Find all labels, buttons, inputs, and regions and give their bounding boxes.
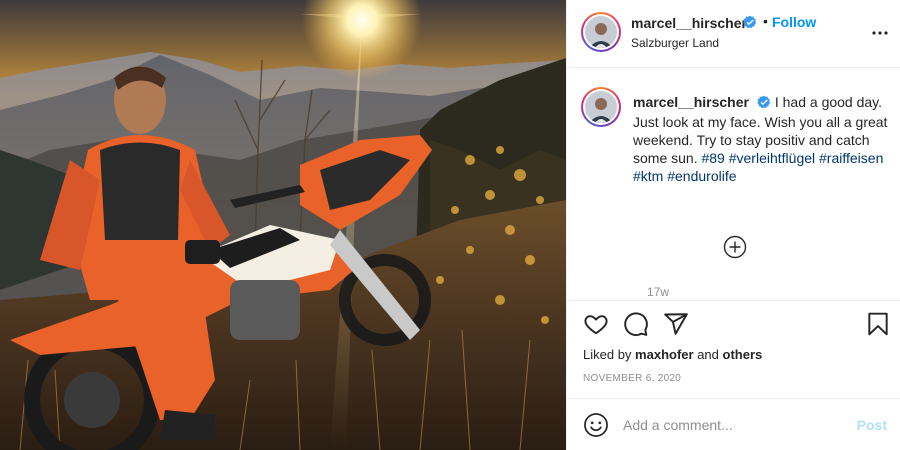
verified-badge-icon [757,95,771,113]
post-header: marcel__hirscher • Follow Salzburger Lan… [567,0,900,68]
liked-by-others-link[interactable]: others [723,347,763,362]
hashtag-link[interactable]: #raiffeisen [819,150,883,166]
comment-icon[interactable] [623,311,649,337]
comment-bar: Post [567,398,900,450]
more-horizontal-icon[interactable] [871,24,889,42]
liked-by-prefix: Liked by [583,347,632,362]
separator-dot: • [763,13,768,29]
caption-username[interactable]: marcel__hirscher [633,94,749,110]
post-date[interactable]: NOVEMBER 6, 2020 [583,373,681,384]
hashtag-link[interactable]: #endurolife [667,168,736,184]
location-link[interactable]: Salzburger Land [631,36,719,50]
post-photo[interactable] [0,0,566,450]
liked-by-user-link[interactable]: maxhofer [635,347,694,362]
avatar[interactable] [581,12,621,52]
plus-circle-icon[interactable] [723,235,747,259]
avatar-photo [585,91,617,123]
hashtag-link[interactable]: #89 [701,150,724,166]
caption-text: marcel__hirscher I had a good day. Just … [633,93,895,185]
post-actions: Liked by maxhofer and others NOVEMBER 6,… [567,300,900,410]
liked-by-and: and [697,347,719,362]
caption-timestamp[interactable]: 17w [647,285,669,299]
share-icon[interactable] [663,311,689,337]
caption-avatar[interactable] [581,87,621,127]
verified-badge-icon [743,15,757,34]
instagram-post: marcel__hirscher • Follow Salzburger Lan… [0,0,900,450]
photo-scene [0,0,566,450]
heart-icon[interactable] [583,311,609,337]
header-username[interactable]: marcel__hirscher [631,15,747,31]
hashtag-link[interactable]: #ktm [633,168,663,184]
follow-button[interactable]: Follow [772,14,816,30]
hashtag-link[interactable]: #verleihtflügel [729,150,815,166]
comment-input[interactable] [623,412,843,438]
liked-by-text: Liked by maxhofer and others [583,347,762,362]
post-comment-button[interactable]: Post [857,417,887,433]
emoji-icon[interactable] [583,412,609,438]
post-sidebar: marcel__hirscher • Follow Salzburger Lan… [566,0,900,450]
avatar-photo [585,16,617,48]
bookmark-icon[interactable] [865,311,891,337]
